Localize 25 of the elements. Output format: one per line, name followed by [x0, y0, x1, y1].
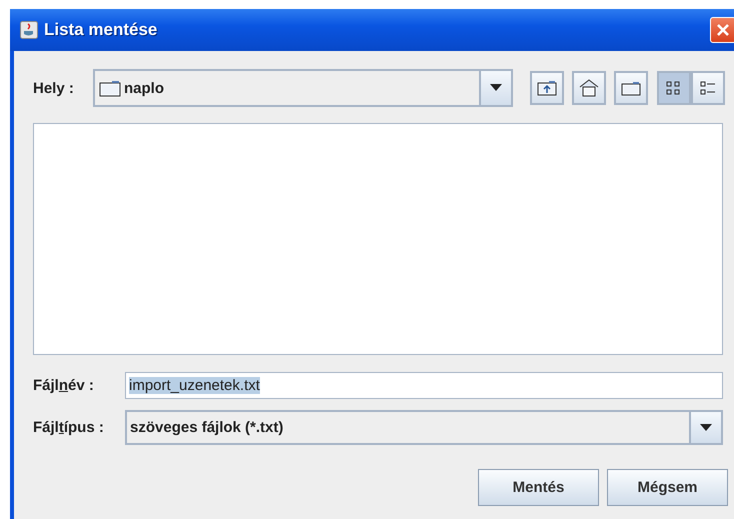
close-button[interactable]	[710, 17, 734, 43]
filetype-label: Fájltípus :	[33, 419, 105, 436]
list-view-button[interactable]	[657, 71, 691, 105]
location-label: Hely :	[33, 80, 75, 96]
list-view-icon	[666, 80, 682, 96]
details-view-button[interactable]	[691, 71, 725, 105]
home-icon	[579, 79, 599, 97]
filetype-dropdown[interactable]: szöveges fájlok (*.txt)	[125, 410, 723, 445]
caret-icon	[490, 84, 502, 92]
home-button[interactable]	[572, 71, 606, 105]
location-dropdown[interactable]: naplo	[93, 69, 513, 107]
cancel-button[interactable]: Mégsem	[607, 469, 728, 506]
close-icon	[715, 22, 731, 38]
folder-icon	[99, 80, 121, 96]
caret-icon	[700, 424, 712, 432]
new-folder-button[interactable]	[614, 71, 648, 105]
save-button[interactable]: Mentés	[478, 469, 599, 506]
window-title: Lista mentése	[44, 20, 158, 40]
filename-label: Fájlnév :	[33, 377, 95, 394]
folder-up-button[interactable]	[530, 71, 564, 105]
details-view-icon	[700, 80, 716, 96]
filename-field[interactable]: import_uzenetek.txt	[125, 372, 723, 399]
folder-up-icon	[537, 80, 557, 96]
folder-icon	[621, 80, 641, 96]
coffee-cup-icon	[20, 21, 38, 39]
